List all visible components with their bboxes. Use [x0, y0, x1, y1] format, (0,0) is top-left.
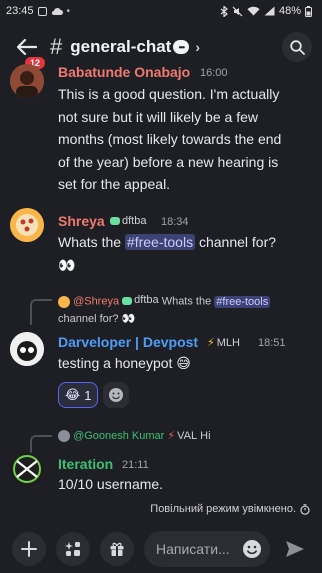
thread-bubble-icon: ••• [173, 40, 190, 54]
message-author[interactable]: Shreya [58, 213, 105, 229]
attach-button[interactable] [12, 532, 46, 566]
smiley-icon [109, 388, 123, 402]
message-body: Whats the #free-tools channel for? 👀 [58, 231, 320, 276]
reply-connector [30, 435, 52, 453]
slowmode-text: Повільний режим увімкнено. [150, 503, 296, 515]
message-line: of the year) before a new hearing is [58, 153, 279, 170]
reply-text: Hi [200, 430, 211, 442]
hash-icon: # [50, 34, 63, 59]
reaction-count: 1 [84, 387, 92, 403]
avatar-babatunde[interactable] [10, 64, 44, 98]
search-icon [289, 39, 305, 55]
avatar-shreya[interactable] [10, 208, 44, 242]
timer-icon [300, 503, 310, 515]
apps-button[interactable] [56, 532, 90, 566]
tag-label: MLH [216, 336, 240, 349]
message-line: This is a good question. I'm actually [58, 86, 280, 102]
signal-icon [264, 6, 275, 16]
add-reaction-button[interactable] [103, 382, 129, 408]
lightning-icon: ⚡ [207, 337, 215, 349]
plus-icon [21, 541, 37, 557]
apps-sparkle-icon [65, 542, 80, 556]
chevron-right-icon: › [195, 39, 201, 55]
send-icon [286, 541, 304, 557]
reply-author: @Shreya [73, 295, 120, 308]
dot-icon: • [66, 5, 71, 17]
tag-badge-icon [110, 217, 120, 225]
arrow-left-icon [17, 39, 37, 55]
reply-author: @Goonesh Kumar [73, 430, 165, 442]
lightning-icon: ⚡ [167, 430, 176, 442]
battery-icon [305, 5, 312, 17]
search-button[interactable] [282, 32, 312, 62]
reply-tag: ⚡ VAL [167, 428, 197, 445]
message-body: 10/10 username. [58, 476, 164, 492]
channel-name: general-chat [70, 37, 172, 56]
message-text: channel for? [195, 234, 277, 250]
channel-header: 12 # general-chat ••• › [0, 26, 322, 71]
reaction-emoji: 😂 [65, 387, 81, 402]
message-input-wrapper[interactable] [144, 531, 270, 567]
send-button[interactable] [280, 534, 310, 564]
cloud-icon [51, 7, 63, 15]
message-input[interactable] [156, 541, 242, 557]
gift-icon [110, 542, 124, 556]
reply-connector [30, 299, 52, 325]
battery-percent: 48% [278, 5, 301, 17]
server-tag: dftba [110, 215, 146, 227]
message-time: 18:51 [258, 337, 286, 349]
avatar-darveloper[interactable] [10, 332, 44, 366]
status-time: 23:45 [6, 5, 34, 17]
message-body: testing a honeypot 😅 [58, 355, 191, 371]
reply-preview[interactable]: @Goonesh Kumar ⚡ VAL Hi [58, 428, 320, 445]
smiley-icon [243, 540, 261, 558]
message-line: months (most likely towards the end [58, 131, 282, 147]
slowmode-notice: Повільний режим увімкнено. [150, 503, 310, 515]
reply-avatar [58, 430, 70, 443]
avatar-iteration[interactable] [10, 452, 44, 486]
reply-avatar [58, 295, 70, 308]
reply-text: channel for? 👀 [58, 312, 136, 325]
channel-mention-free-tools[interactable]: #free-tools [124, 234, 196, 250]
message-line: set for the appeal. [58, 176, 171, 192]
server-tag: ⚡ MLH [207, 336, 240, 350]
eyes-emoji: 👀 [58, 256, 76, 273]
message-time: 18:34 [161, 216, 189, 228]
mute-icon [232, 6, 243, 16]
message-body: This is a good question. I'm actually no… [58, 83, 320, 196]
gallery-icon [37, 6, 47, 16]
message-author[interactable]: Darveloper | Devpost [58, 334, 198, 350]
tag-label: dftba [122, 215, 147, 227]
tag-badge-icon [122, 296, 133, 305]
message-time: 16:00 [200, 67, 228, 79]
message-line: not sure but it will likely be a few [58, 108, 258, 125]
message-text: Whats the [58, 234, 125, 250]
back-button[interactable]: 12 [12, 32, 48, 71]
reply-preview[interactable]: @Shreya dftba Whats the #free-tools chan… [58, 292, 320, 328]
message-author[interactable]: Iteration [58, 456, 113, 472]
channel-title[interactable]: general-chat ••• › [70, 37, 200, 57]
message-composer [0, 527, 322, 571]
tag-label: VAL [177, 430, 198, 442]
tag-label: dftba [134, 294, 159, 306]
message-author[interactable]: Babatunde Onabajo [58, 64, 190, 80]
reaction-laughing[interactable]: 😂 1 [58, 382, 99, 408]
bluetooth-icon [220, 5, 228, 17]
message-time: 21:11 [122, 459, 149, 471]
reply-tag: dftba [122, 292, 159, 309]
status-bar: 23:45 • 48% [0, 0, 322, 22]
wifi-icon [247, 6, 260, 16]
channel-mention-free-tools: #free-tools [214, 295, 271, 308]
emoji-button[interactable] [242, 539, 262, 559]
reply-text: Whats the [161, 295, 215, 308]
gift-button[interactable] [100, 532, 134, 566]
